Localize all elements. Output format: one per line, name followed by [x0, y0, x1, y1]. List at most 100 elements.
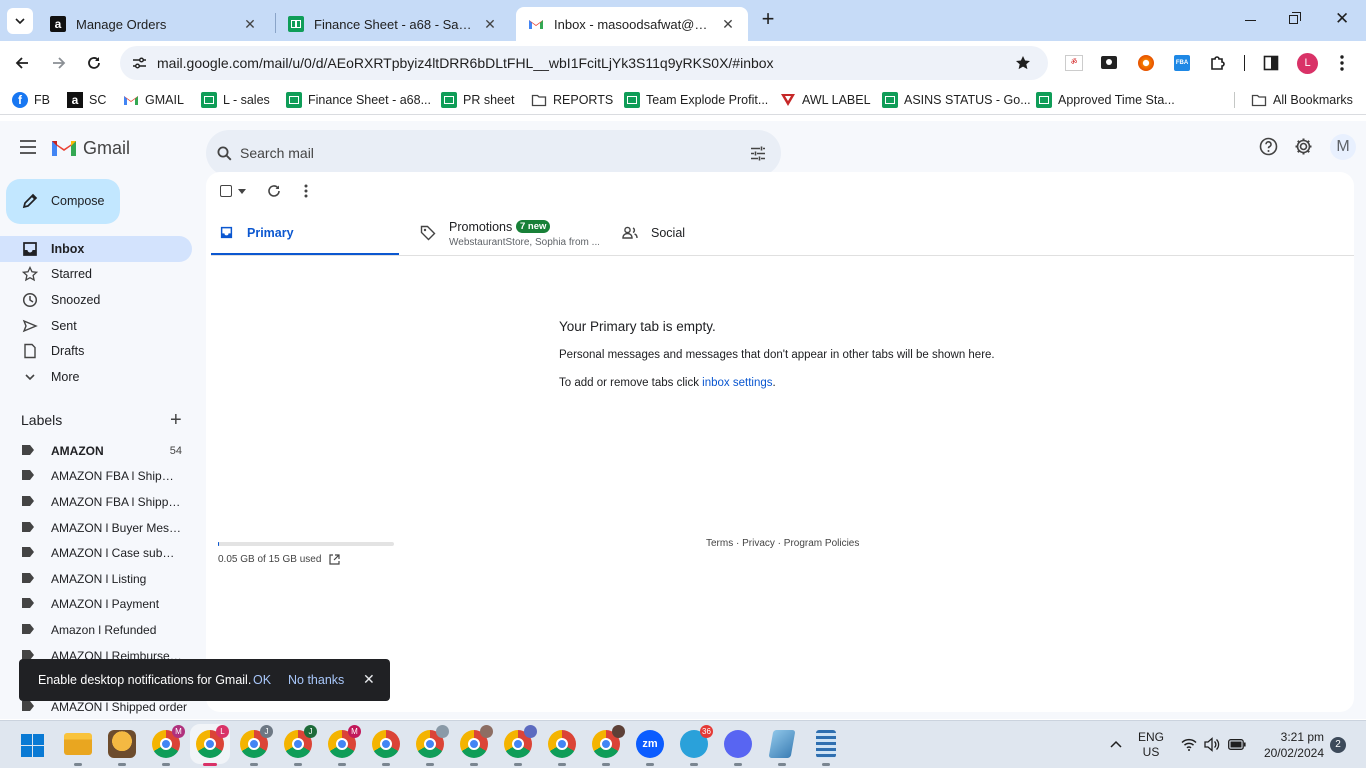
search-input[interactable]: Search mail: [240, 145, 314, 161]
refresh-icon[interactable]: [267, 184, 281, 198]
menu-button[interactable]: [1340, 55, 1348, 73]
select-all-checkbox[interactable]: [220, 185, 232, 197]
taskbar-discord-button[interactable]: [724, 730, 752, 766]
bookmark-pr-sheet[interactable]: PR sheet: [441, 91, 514, 109]
volume-icon[interactable]: [1204, 737, 1220, 752]
battery-icon[interactable]: [1228, 739, 1246, 750]
close-tab-icon[interactable]: ✕: [242, 16, 258, 32]
bookmark-team-explode[interactable]: Team Explode Profit...: [624, 91, 768, 109]
clock[interactable]: 3:21 pm 20/02/2024: [1258, 729, 1324, 761]
main-menu-button[interactable]: [16, 135, 40, 159]
toast-close-icon[interactable]: ✕: [363, 671, 375, 688]
label-item[interactable]: AMAZON l Payment: [0, 591, 192, 617]
taskbar-chrome-button[interactable]: [460, 725, 493, 766]
tab-primary[interactable]: Primary: [211, 212, 399, 256]
side-panel-icon[interactable]: [1263, 55, 1279, 71]
back-button[interactable]: [8, 49, 36, 77]
taskbar-chrome-button[interactable]: M: [328, 725, 361, 766]
restore-button[interactable]: [1289, 12, 1303, 26]
bookmark-fb[interactable]: f FB: [12, 91, 50, 109]
notification-count-badge[interactable]: 2: [1330, 737, 1346, 753]
label-amazon[interactable]: AMAZON 54: [0, 438, 192, 464]
storage-usage[interactable]: 0.05 GB of 15 GB used: [218, 554, 341, 565]
nav-inbox[interactable]: Inbox: [0, 236, 192, 262]
nav-starred[interactable]: Starred: [0, 261, 192, 287]
nav-snoozed[interactable]: Snoozed: [0, 287, 192, 313]
reload-button[interactable]: [80, 49, 108, 77]
taskbar-notepad-button[interactable]: [768, 730, 796, 766]
wifi-icon[interactable]: [1181, 738, 1197, 751]
search-bar[interactable]: Search mail: [206, 130, 781, 176]
taskbar-calculator-button[interactable]: [812, 730, 840, 766]
account-avatar[interactable]: M: [1330, 134, 1356, 160]
forward-button[interactable]: [45, 49, 73, 77]
site-info-icon[interactable]: [132, 56, 147, 70]
extension-icon[interactable]: [1138, 55, 1154, 71]
label-item[interactable]: AMAZON FBA l Shipped ...: [0, 489, 192, 515]
footer-links[interactable]: Terms · Privacy · Program Policies: [706, 538, 859, 549]
puzzle-icon[interactable]: [1209, 54, 1227, 72]
taskbar-game-button[interactable]: [108, 730, 136, 766]
tab-gmail-inbox[interactable]: Inbox - masoodsafwat@gmail.c ✕: [516, 7, 748, 41]
bookmark-approved-time[interactable]: Approved Time Sta...: [1036, 91, 1175, 109]
settings-gear-icon[interactable]: [1294, 137, 1313, 156]
taskbar-chrome-button[interactable]: [416, 725, 449, 766]
bookmark-finance-sheet[interactable]: Finance Sheet - a68...: [286, 91, 431, 109]
taskbar-chrome-button[interactable]: [592, 725, 625, 766]
label-item[interactable]: AMAZON l Buyer Messa...: [0, 515, 192, 541]
taskbar-file-explorer-button[interactable]: [64, 730, 92, 766]
camera-extension-icon[interactable]: [1101, 56, 1117, 69]
tab-social[interactable]: Social: [622, 212, 812, 256]
taskbar-chrome-button[interactable]: [548, 730, 576, 766]
select-dropdown-icon[interactable]: [238, 189, 246, 194]
bookmark-asins-status[interactable]: ASINS STATUS - Go...: [882, 91, 1031, 109]
taskbar-chrome-button[interactable]: L: [190, 724, 230, 766]
tab-manage-orders[interactable]: a Manage Orders ✕: [38, 7, 270, 41]
taskbar-chrome-button[interactable]: M: [152, 725, 185, 766]
close-tab-icon[interactable]: ✕: [482, 16, 498, 32]
start-button[interactable]: [21, 734, 44, 757]
label-item[interactable]: AMAZON l Case submitt...: [0, 540, 192, 566]
compose-button[interactable]: Compose: [6, 179, 120, 224]
label-item[interactable]: Amazon l Refunded: [0, 617, 192, 643]
bookmark-l-sales[interactable]: L - sales: [201, 91, 270, 109]
taskbar-zoom-button[interactable]: zm: [636, 730, 664, 766]
taskbar-telegram-button[interactable]: 36: [680, 725, 713, 766]
profile-avatar[interactable]: L: [1297, 53, 1318, 74]
bookmark-gmail[interactable]: GMAIL: [123, 91, 184, 109]
bookmark-star-icon[interactable]: [1015, 55, 1031, 71]
gmail-logo[interactable]: Gmail: [51, 136, 130, 160]
address-bar[interactable]: mail.google.com/mail/u/0/d/AEoRXRTpbyiz4…: [120, 46, 1048, 80]
inbox-settings-link[interactable]: inbox settings: [702, 377, 772, 389]
label-item[interactable]: AMAZON l Listing: [0, 566, 192, 592]
taskbar-chrome-button[interactable]: J: [284, 725, 317, 766]
tray-chevron-up-icon[interactable]: [1110, 740, 1122, 748]
nav-sent[interactable]: Sent: [0, 313, 192, 339]
toast-no-thanks-button[interactable]: No thanks: [288, 673, 344, 687]
taskbar-chrome-button[interactable]: [372, 730, 400, 766]
close-tab-icon[interactable]: ✕: [720, 16, 736, 32]
bookmark-awl-label[interactable]: AWL LABEL: [780, 91, 871, 109]
language-indicator[interactable]: ENG US: [1138, 730, 1164, 760]
close-window-button[interactable]: ✕: [1335, 9, 1351, 29]
help-icon[interactable]: [1259, 137, 1278, 156]
create-label-button[interactable]: +: [170, 410, 182, 430]
fba-extension-icon[interactable]: FBA: [1174, 55, 1190, 71]
nav-drafts[interactable]: Drafts: [0, 338, 192, 364]
nav-more[interactable]: More: [0, 364, 192, 390]
tab-search-button[interactable]: [7, 8, 33, 34]
toast-ok-button[interactable]: OK: [253, 673, 271, 687]
bookmark-reports[interactable]: REPORTS: [531, 91, 613, 109]
new-tab-button[interactable]: +: [757, 8, 779, 32]
search-icon[interactable]: [217, 146, 232, 161]
extension-icon[interactable]: ॐ: [1065, 55, 1083, 71]
tab-finance-sheet[interactable]: Finance Sheet - a68 - Safwat (S ✕: [276, 7, 510, 41]
bookmark-sc[interactable]: a SC: [67, 91, 106, 109]
search-options-icon[interactable]: [750, 146, 766, 161]
more-actions-icon[interactable]: [304, 184, 308, 198]
taskbar-chrome-button[interactable]: [504, 725, 537, 766]
label-item[interactable]: AMAZON FBA l Shipmen...: [0, 463, 192, 489]
minimize-button[interactable]: [1243, 10, 1259, 30]
all-bookmarks[interactable]: All Bookmarks: [1251, 91, 1353, 109]
tab-promotions[interactable]: Promotions 7 new WebstaurantStore, Sophi…: [420, 212, 610, 256]
